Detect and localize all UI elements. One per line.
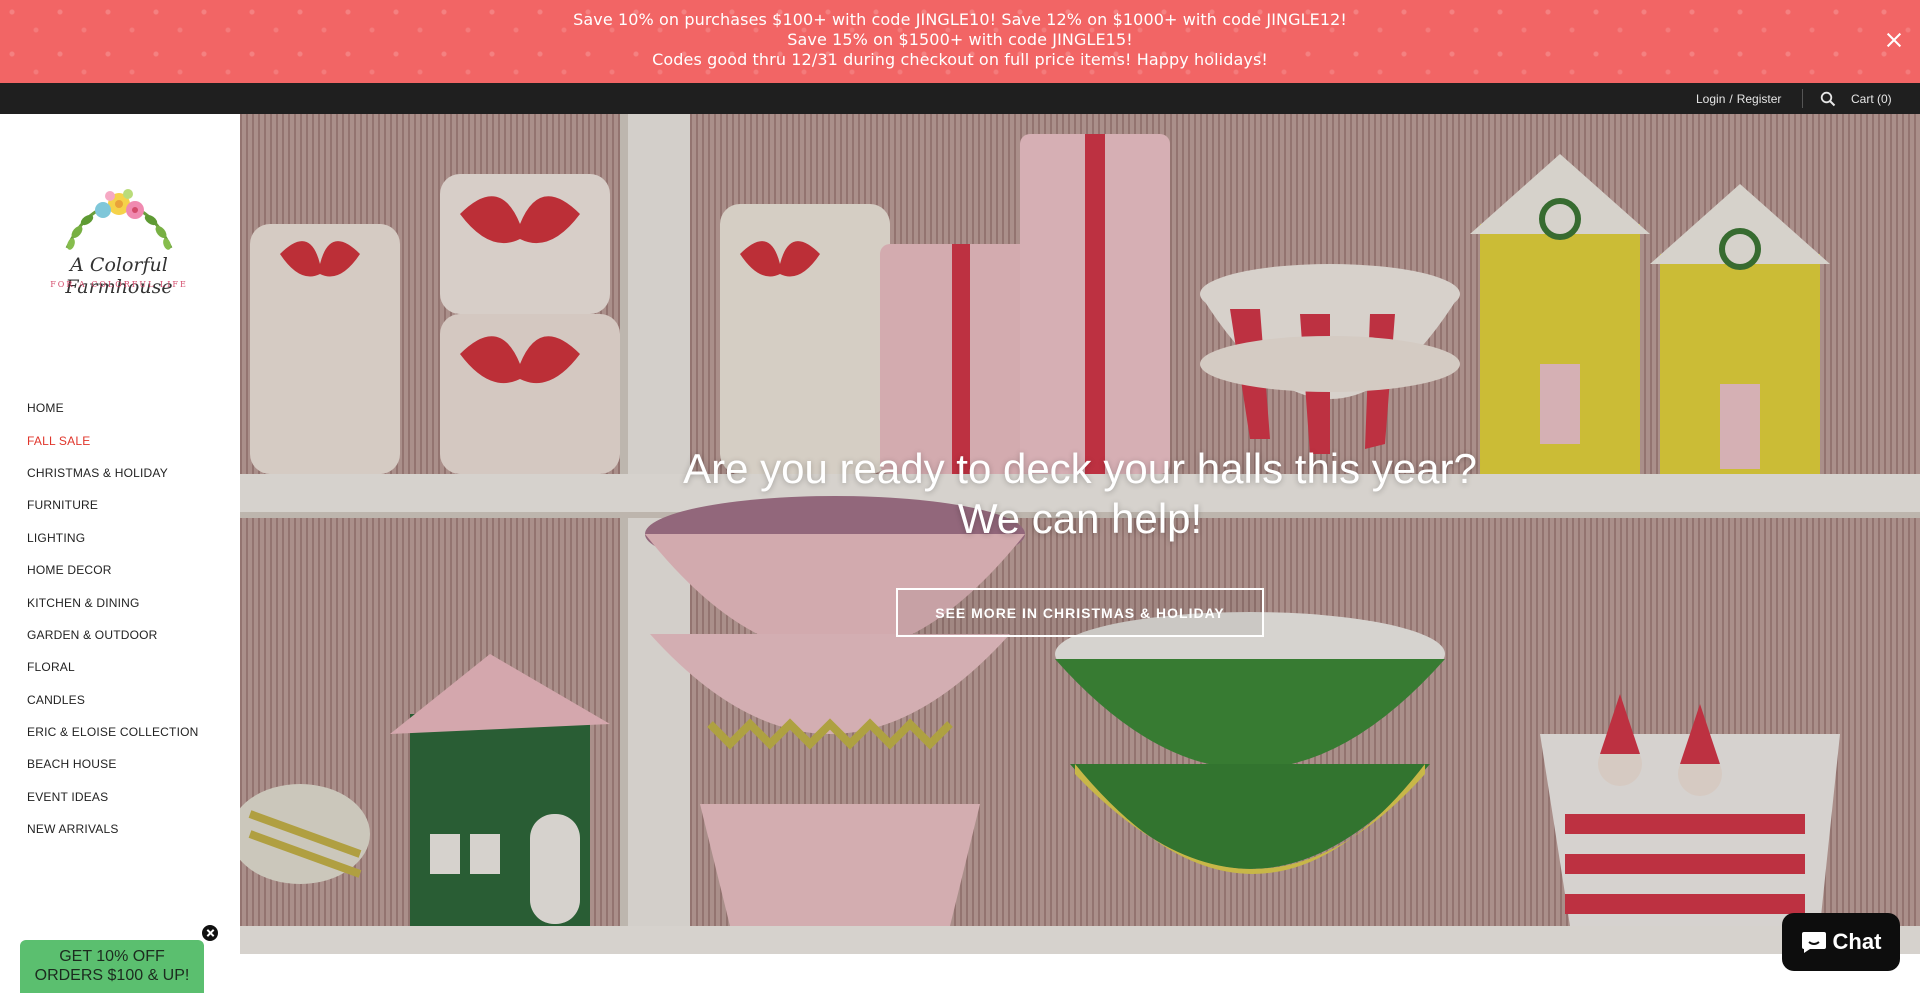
- nav-item-floral[interactable]: FLORAL: [27, 651, 199, 683]
- account-links: Login / Register: [1696, 83, 1781, 114]
- brand-logo[interactable]: A Colorful Farmhouse FOR A COLORFUL LIFE: [27, 186, 211, 306]
- nav-item-fall-sale[interactable]: FALL SALE: [27, 424, 199, 456]
- content-area: [240, 954, 1920, 993]
- discount-popup[interactable]: GET 10% OFF ORDERS $100 & UP!: [20, 940, 204, 993]
- chat-button[interactable]: Chat: [1782, 913, 1900, 971]
- divider: [1802, 89, 1803, 108]
- utility-bar: Login / Register Cart (0): [0, 83, 1920, 114]
- nav-item-garden-outdoor[interactable]: GARDEN & OUTDOOR: [27, 619, 199, 651]
- register-link[interactable]: Register: [1737, 92, 1782, 106]
- main-nav: HOME FALL SALE CHRISTMAS & HOLIDAY FURNI…: [27, 392, 199, 845]
- nav-item-lighting[interactable]: LIGHTING: [27, 522, 199, 554]
- hero-banner: Are you ready to deck your halls this ye…: [240, 114, 1920, 954]
- search-icon: [1820, 91, 1836, 106]
- discount-line-2: ORDERS $100 & UP!: [34, 967, 190, 984]
- see-more-christmas-button[interactable]: SEE MORE IN CHRISTMAS & HOLIDAY: [896, 588, 1264, 637]
- promo-line-1: Save 10% on purchases $100+ with code JI…: [573, 10, 1347, 29]
- promo-banner: Save 10% on purchases $100+ with code JI…: [0, 0, 1920, 83]
- hero-headline-line-2: We can help!: [957, 495, 1203, 542]
- promo-line-2: Save 15% on $1500+ with code JINGLE15!: [787, 30, 1133, 49]
- discount-line-1: GET 10% OFF: [59, 948, 165, 965]
- chat-bubble-icon: [1801, 932, 1826, 953]
- nav-item-christmas-holiday[interactable]: CHRISTMAS & HOLIDAY: [27, 457, 199, 489]
- nav-item-beach-house[interactable]: BEACH HOUSE: [27, 748, 199, 780]
- nav-item-home-decor[interactable]: HOME DECOR: [27, 554, 199, 586]
- hero-headline: Are you ready to deck your halls this ye…: [240, 444, 1920, 544]
- brand-tagline: FOR A COLORFUL LIFE: [50, 280, 188, 289]
- floral-wreath-icon: [65, 189, 173, 250]
- chat-label: Chat: [1832, 929, 1882, 954]
- brand-name: A Colorful Farmhouse: [65, 254, 173, 298]
- nav-item-event-ideas[interactable]: EVENT IDEAS: [27, 781, 199, 813]
- hero-headline-line-1: Are you ready to deck your halls this ye…: [683, 445, 1477, 492]
- login-separator: /: [1729, 91, 1733, 106]
- nav-item-kitchen-dining[interactable]: KITCHEN & DINING: [27, 586, 199, 618]
- sidebar: A Colorful Farmhouse FOR A COLORFUL LIFE…: [0, 114, 240, 993]
- promo-line-3: Codes good thru 12/31 during checkout on…: [652, 50, 1268, 69]
- cart-link[interactable]: Cart (0): [1851, 83, 1892, 114]
- nav-item-candles[interactable]: CANDLES: [27, 684, 199, 716]
- close-icon[interactable]: [1882, 28, 1906, 52]
- login-link[interactable]: Login: [1696, 92, 1725, 106]
- nav-item-eric-eloise[interactable]: ERIC & ELOISE COLLECTION: [27, 716, 199, 748]
- nav-item-furniture[interactable]: FURNITURE: [27, 489, 199, 521]
- search-button[interactable]: [1818, 83, 1838, 114]
- nav-item-new-arrivals[interactable]: NEW ARRIVALS: [27, 813, 199, 845]
- nav-item-home[interactable]: HOME: [27, 392, 199, 424]
- close-icon[interactable]: [200, 923, 220, 943]
